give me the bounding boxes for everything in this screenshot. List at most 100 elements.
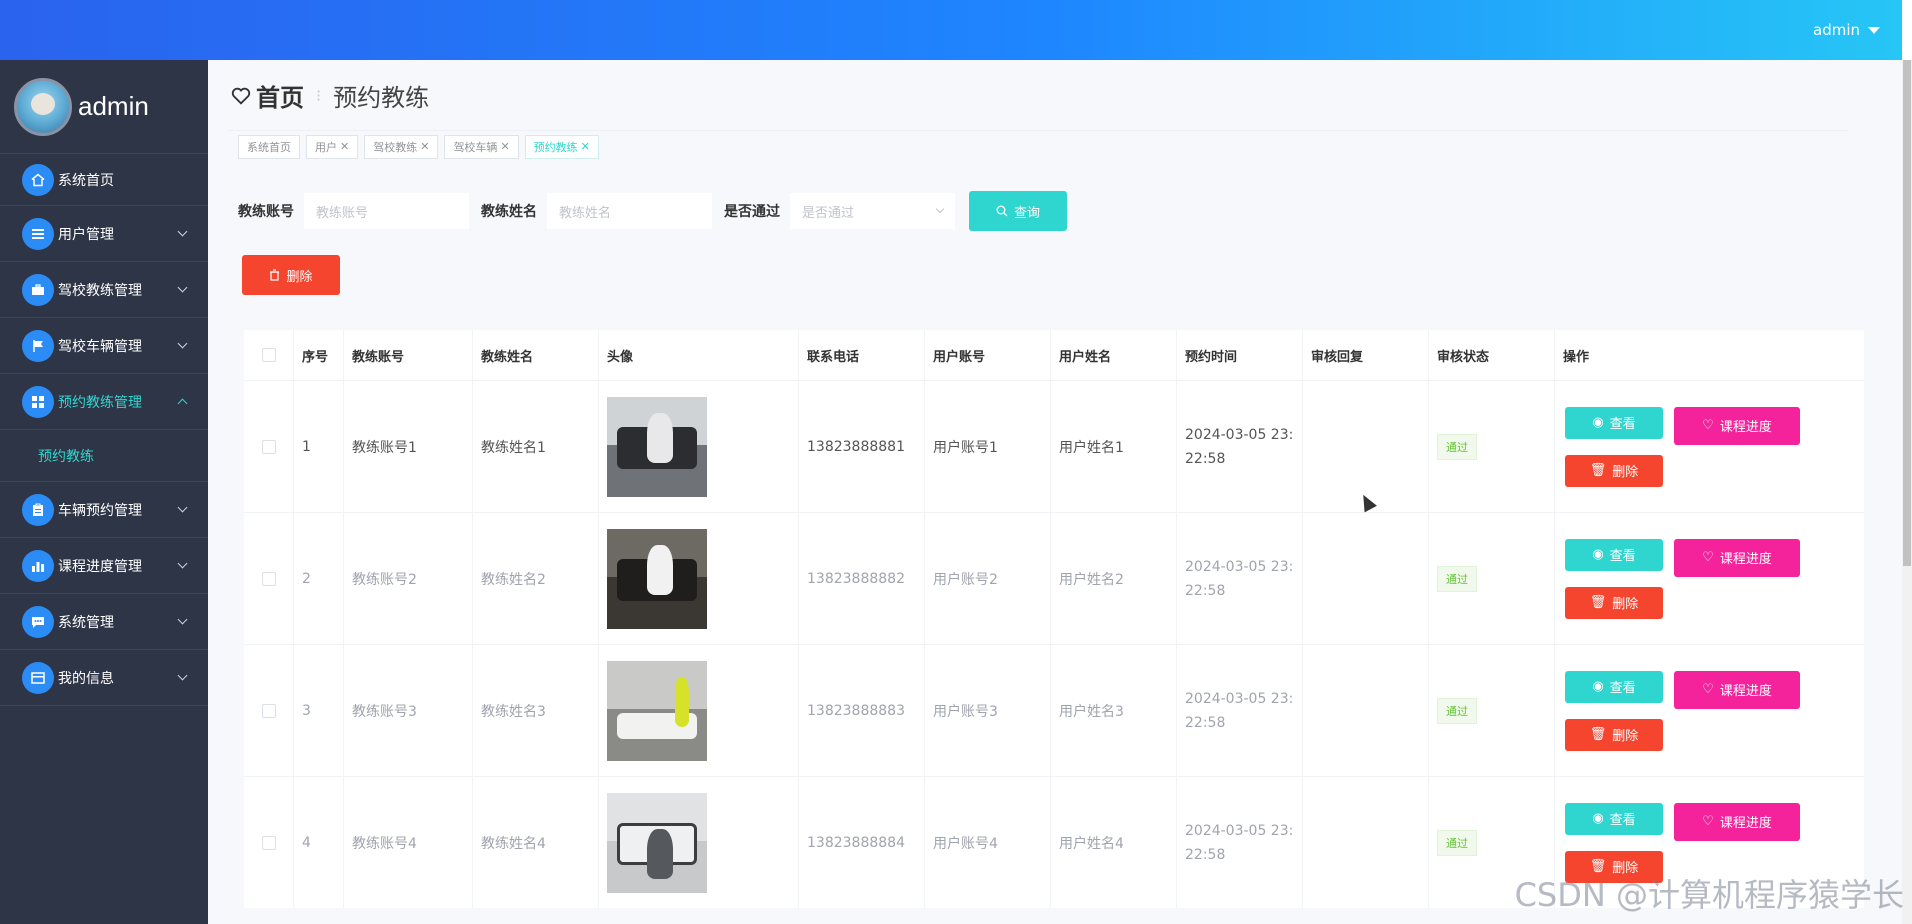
close-icon[interactable]: ✕ [420, 140, 429, 153]
view-button[interactable]: ◉ 查看 [1565, 670, 1663, 703]
chevron-down-icon [177, 338, 188, 349]
chevron-up-icon [177, 398, 188, 409]
coach-account-input[interactable]: 教练账号 [304, 193, 469, 229]
delete-button[interactable]: 🗑 删除 [1565, 454, 1663, 487]
cell-coach-name: 教练姓名3 [481, 703, 546, 720]
course-progress-button[interactable]: ♡ 课程进度 [1674, 406, 1800, 445]
view-button[interactable]: ◉ 查看 [1565, 538, 1663, 571]
coach-photo[interactable] [607, 792, 707, 893]
row-checkbox[interactable] [261, 571, 276, 586]
header-select-all[interactable] [244, 330, 294, 380]
passed-select[interactable]: 是否通过 [790, 193, 955, 229]
briefcase-icon [22, 273, 54, 306]
tag-coach[interactable]: 驾校教练 ✕ [364, 134, 439, 159]
cell-index: 2 [302, 570, 311, 587]
breadcrumb-home[interactable]: 首页 [230, 78, 304, 113]
coach-photo[interactable] [607, 528, 707, 629]
trash-icon: 🗑 [1589, 727, 1607, 742]
delete-button[interactable]: 🗑 删除 [1565, 718, 1663, 751]
cell-user-account: 用户账号1 [933, 439, 998, 456]
sidebar-item-my-info[interactable]: 我的信息 [0, 650, 208, 706]
close-icon[interactable]: ✕ [500, 140, 509, 153]
user-menu[interactable]: admin [1813, 21, 1880, 39]
app: admin admin 系统首页 用户管理 驾校教练管理 驾校车辆管理 预约教练… [0, 0, 1912, 924]
row-checkbox[interactable] [261, 439, 276, 454]
passed-select-placeholder: 是否通过 [802, 205, 855, 221]
avatar [14, 77, 72, 136]
sidebar-username: admin [78, 91, 149, 121]
batch-delete-button[interactable]: 删除 [242, 255, 340, 295]
sidebar-item-vehicle-booking-management[interactable]: 车辆预约管理 [0, 482, 208, 538]
tag-booking-coach[interactable]: 预约教练 ✕ [524, 134, 599, 159]
chevron-down-icon [935, 204, 945, 214]
view-button-label: 查看 [1609, 417, 1636, 432]
course-progress-button[interactable]: ♡ 课程进度 [1674, 670, 1800, 709]
table-row: 1 教练账号1 教练姓名1 13823888881 用户账号1 用户姓名1 20… [244, 380, 1864, 512]
header-review-reply: 审核回复 [1303, 330, 1429, 380]
delete-button-label: 删除 [1612, 729, 1639, 744]
cell-user-name: 用户姓名1 [1059, 439, 1124, 456]
tag-home[interactable]: 系统首页 [238, 134, 300, 159]
tag-label: 用户 [315, 140, 337, 154]
bar-chart-icon [22, 549, 54, 582]
status-badge: 通过 [1437, 565, 1477, 592]
coach-name-input[interactable]: 教练姓名 [547, 193, 712, 229]
cell-coach-account: 教练账号2 [352, 571, 417, 588]
close-icon[interactable]: ✕ [340, 140, 349, 153]
close-icon[interactable]: ✕ [581, 140, 590, 153]
booking-time-line1: 2024-03-05 23: [1185, 426, 1294, 443]
row-select[interactable] [244, 777, 294, 908]
booking-time-line2: 22:58 [1185, 582, 1226, 599]
eye-icon: ◉ [1592, 547, 1604, 562]
sidebar-item-coach-management[interactable]: 驾校教练管理 [0, 262, 208, 318]
cell-user-name: 用户姓名2 [1059, 571, 1124, 588]
coach-account-label: 教练账号 [238, 204, 294, 220]
view-button[interactable]: ◉ 查看 [1565, 406, 1663, 439]
tag-label: 系统首页 [247, 140, 291, 154]
sidebar-item-course-progress-management[interactable]: 课程进度管理 [0, 538, 208, 594]
tag-user[interactable]: 用户 ✕ [306, 134, 359, 159]
view-button-label: 查看 [1609, 549, 1636, 564]
row-select[interactable] [244, 381, 294, 512]
heart-icon: ♡ [1702, 682, 1714, 697]
sidebar-item-vehicle-management[interactable]: 驾校车辆管理 [0, 318, 208, 374]
page-scrollbar[interactable] [1902, 60, 1912, 924]
tag-vehicle[interactable]: 驾校车辆 ✕ [444, 134, 519, 159]
cell-coach-name: 教练姓名4 [481, 835, 546, 852]
view-button-label: 查看 [1609, 813, 1636, 828]
booking-table: 序号 教练账号 教练姓名 头像 联系电话 用户账号 用户姓名 预约时间 审核回复… [244, 330, 1864, 908]
chat-icon [22, 605, 54, 638]
course-progress-button[interactable]: ♡ 课程进度 [1674, 802, 1800, 841]
sidebar-item-label: 系统管理 [58, 614, 114, 631]
cell-user-account: 用户账号3 [933, 703, 998, 720]
view-button[interactable]: ◉ 查看 [1565, 802, 1663, 835]
watermark: CSDN @计算机程序猿学长 [1514, 876, 1904, 914]
scrollbar-thumb[interactable] [1903, 60, 1911, 566]
sidebar-item-system-management[interactable]: 系统管理 [0, 594, 208, 650]
row-select[interactable] [244, 645, 294, 776]
coach-photo[interactable] [607, 396, 707, 497]
row-select[interactable] [244, 513, 294, 644]
flag-icon [22, 329, 54, 362]
header-coach-account: 教练账号 [344, 330, 473, 380]
sidebar-item-booking-coach-management[interactable]: 预约教练管理 [0, 374, 208, 430]
sidebar-subitem-booking-coach[interactable]: 预约教练 [0, 430, 208, 482]
row-checkbox[interactable] [261, 835, 276, 850]
cell-user-account: 用户账号2 [933, 571, 998, 588]
search-form: 教练账号 教练账号 教练姓名 教练姓名 是否通过 是否通过 查询 [238, 191, 1067, 231]
user-menu-label: admin [1813, 21, 1860, 39]
sidebar-item-user-management[interactable]: 用户管理 [0, 206, 208, 262]
top-bar: admin [0, 0, 1902, 60]
sidebar-item-home[interactable]: 系统首页 [0, 154, 208, 206]
coach-photo[interactable] [607, 660, 707, 761]
query-button[interactable]: 查询 [969, 191, 1067, 231]
row-checkbox[interactable] [261, 703, 276, 718]
course-progress-button[interactable]: ♡ 课程进度 [1674, 538, 1800, 577]
select-all-checkbox[interactable] [261, 348, 276, 362]
cell-index: 1 [302, 438, 311, 455]
cell-user-account: 用户账号4 [933, 835, 998, 852]
trash-icon: 🗑 [1589, 595, 1607, 610]
delete-button[interactable]: 🗑 删除 [1565, 586, 1663, 619]
header-review-status: 审核状态 [1429, 330, 1555, 380]
delete-button-label: 删除 [1612, 597, 1639, 612]
